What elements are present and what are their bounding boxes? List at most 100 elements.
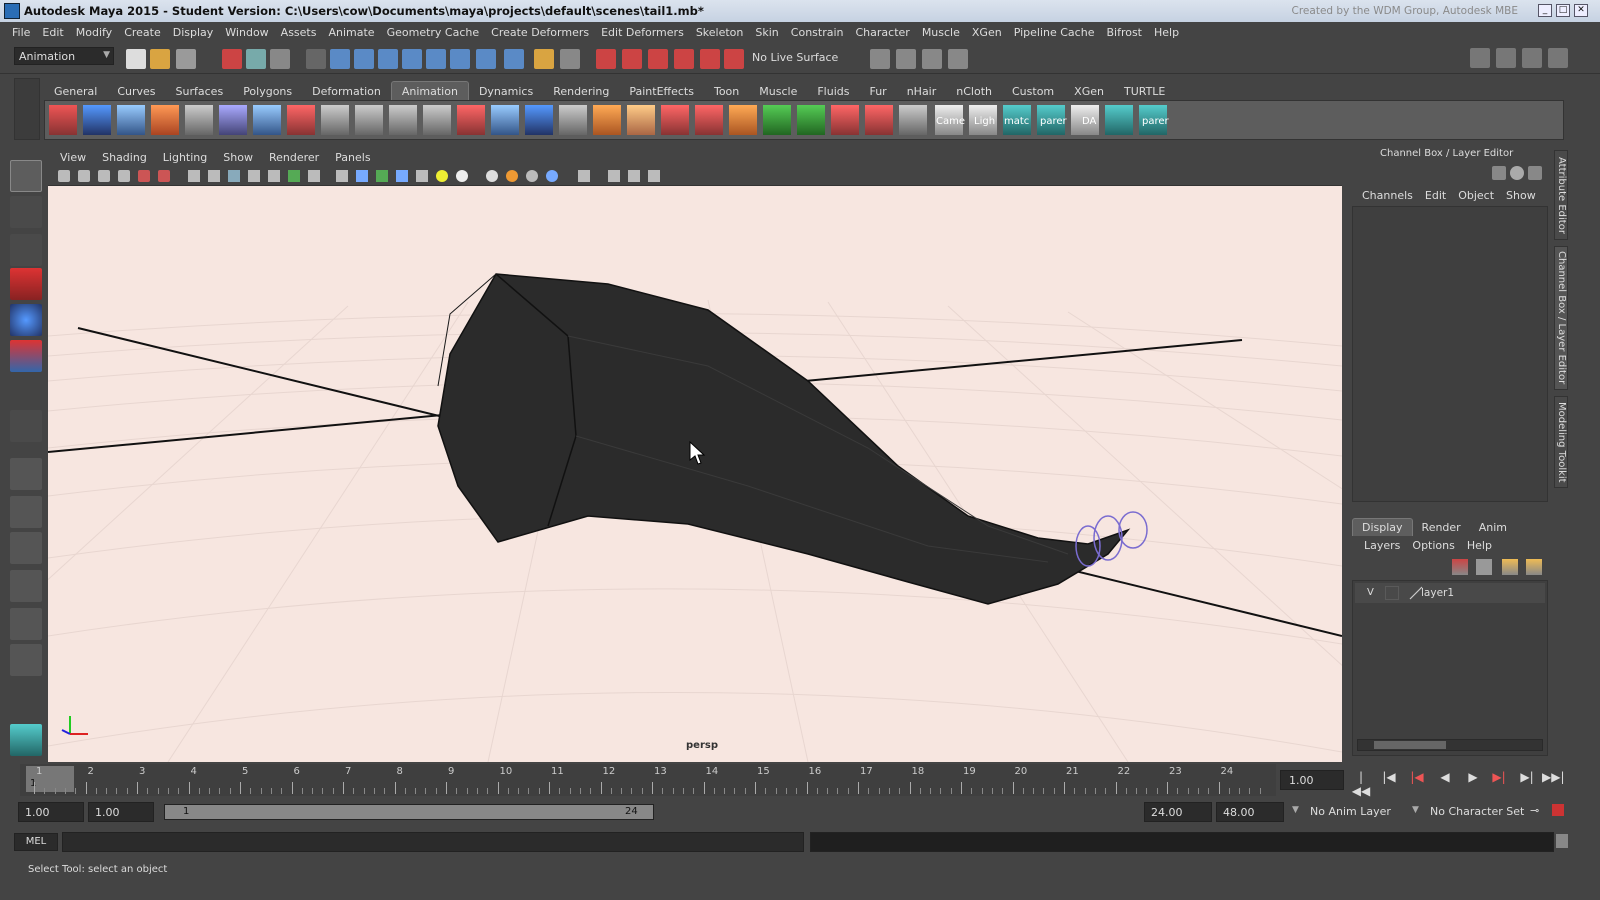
select-tool-icon[interactable]	[10, 160, 42, 192]
attribute-editor-toggle-icon[interactable]	[948, 49, 968, 69]
sidebar-toggle-icon[interactable]	[870, 49, 890, 69]
auto-key-icon[interactable]: ⊸	[1530, 804, 1539, 817]
snap-view-plane-icon[interactable]	[402, 49, 422, 69]
aim-constraint-icon[interactable]	[525, 105, 553, 135]
channel-key-icon[interactable]	[1492, 166, 1506, 180]
tab-attribute-editor[interactable]: Attribute Editor	[1554, 150, 1568, 240]
motion-path-icon[interactable]	[797, 105, 825, 135]
layer-editor-tab-render[interactable]: Render	[1413, 519, 1470, 536]
render-layer-icon[interactable]	[896, 49, 916, 69]
parent-constraint-icon[interactable]	[559, 105, 587, 135]
outliner-layout-icon[interactable]	[10, 532, 42, 564]
scene-view[interactable]	[48, 186, 1342, 762]
orient-constraint-icon[interactable]	[491, 105, 519, 135]
hik-icon[interactable]	[593, 105, 621, 135]
shelf-options[interactable]	[14, 78, 40, 140]
panel-menu-lighting[interactable]: Lighting	[155, 151, 215, 164]
input-output-icon[interactable]	[476, 49, 496, 69]
panel-menu-renderer[interactable]: Renderer	[261, 151, 327, 164]
menu-create-deformers[interactable]: Create Deformers	[485, 26, 595, 39]
ik-spline-icon[interactable]	[287, 105, 315, 135]
shelf-tab-turtle[interactable]: TURTLE	[1114, 82, 1175, 100]
shelf-tab-muscle[interactable]: Muscle	[749, 82, 807, 100]
panel-toolbar-icons[interactable]	[48, 166, 668, 186]
menu-assets[interactable]: Assets	[275, 26, 323, 39]
ipr-render-icon[interactable]	[622, 49, 642, 69]
move-tool-icon[interactable]	[10, 268, 42, 300]
channel-box-menu-edit[interactable]: Edit	[1419, 189, 1452, 202]
layer-editor-tab-display[interactable]: Display	[1352, 518, 1413, 536]
step-forward-key-icon[interactable]: ▶|	[1516, 770, 1538, 790]
channel-box-menu-channels[interactable]: Channels	[1356, 189, 1419, 202]
character-icon[interactable]	[219, 105, 247, 135]
select-component-icon[interactable]	[270, 49, 290, 69]
layout-options-icon[interactable]	[10, 682, 42, 714]
menu-set-dropdown[interactable]: Animation ▼	[14, 47, 114, 65]
channel-box-menu-show[interactable]: Show	[1500, 189, 1542, 202]
layout-icon[interactable]	[1470, 48, 1490, 68]
render-magnet-icon[interactable]	[700, 49, 720, 69]
single-pane-layout-icon[interactable]	[10, 458, 42, 490]
shelf-tab-deformation[interactable]: Deformation	[302, 82, 391, 100]
layer-editor-menu-help[interactable]: Help	[1461, 539, 1498, 552]
playback-start-field[interactable]: 1.00	[88, 802, 154, 822]
locator-icon[interactable]	[763, 105, 791, 135]
scale-tool-icon[interactable]	[10, 340, 42, 372]
shelf-tab-polygons[interactable]: Polygons	[233, 82, 302, 100]
menu-muscle[interactable]: Muscle	[916, 26, 966, 39]
script-editor-icon[interactable]	[1556, 834, 1568, 848]
panel-menu-view[interactable]: View	[52, 151, 94, 164]
snap-curve-icon[interactable]	[354, 49, 374, 69]
shelf-tab-nhair[interactable]: nHair	[897, 82, 947, 100]
panel-menu-shading[interactable]: Shading	[94, 151, 155, 164]
menu-help[interactable]: Help	[1148, 26, 1185, 39]
shelf-script-icon[interactable]	[1105, 105, 1133, 135]
character-set-dropdown[interactable]: No Character Set	[1430, 805, 1524, 818]
live-magnet-icon[interactable]	[724, 49, 744, 69]
scrollbar-thumb[interactable]	[1374, 741, 1446, 749]
modeling-toolkit-toggle-icon[interactable]	[1548, 48, 1568, 68]
lock-selection-icon[interactable]	[306, 49, 326, 69]
graph-editor-icon[interactable]	[831, 105, 859, 135]
play-backward-icon[interactable]: ◀	[1434, 770, 1456, 790]
trax-editor-icon[interactable]	[899, 105, 927, 135]
joint-tool-icon[interactable]	[151, 105, 179, 135]
shelf-tab-rendering[interactable]: Rendering	[543, 82, 619, 100]
menu-window[interactable]: Window	[219, 26, 274, 39]
shelf-tab-general[interactable]: General	[44, 82, 107, 100]
menu-skin[interactable]: Skin	[749, 26, 784, 39]
last-tool-icon[interactable]	[10, 410, 42, 442]
range-slider[interactable]: 1 24	[164, 804, 654, 820]
shelf-tab-fur[interactable]: Fur	[859, 82, 896, 100]
open-scene-icon[interactable]	[150, 49, 170, 69]
history-icon[interactable]	[450, 49, 470, 69]
mel-input[interactable]	[62, 832, 804, 852]
render-view-icon[interactable]	[560, 49, 580, 69]
menu-animate[interactable]: Animate	[322, 26, 380, 39]
shelf-tab-surfaces[interactable]: Surfaces	[166, 82, 234, 100]
current-time-field[interactable]: 1.00	[1280, 770, 1344, 790]
shelf-tab-animation[interactable]: Animation	[390, 81, 469, 100]
channel-pin-icon[interactable]	[1528, 166, 1542, 180]
menu-create[interactable]: Create	[118, 26, 167, 39]
paint-tool-icon[interactable]	[729, 105, 757, 135]
dope-sheet-layout-icon[interactable]	[10, 644, 42, 676]
hypergraph-layout-icon[interactable]	[10, 608, 42, 640]
hypershade-icon[interactable]	[674, 49, 694, 69]
paint-weights-icon[interactable]	[355, 105, 383, 135]
channel-box-toggle-icon[interactable]	[1522, 48, 1542, 68]
start-time-field[interactable]: 1.00	[18, 802, 84, 822]
menu-edit[interactable]: Edit	[36, 26, 69, 39]
animation-preferences-icon[interactable]	[1552, 804, 1564, 816]
menu-skeleton[interactable]: Skeleton	[690, 26, 750, 39]
mel-language-toggle[interactable]: MEL	[14, 833, 58, 851]
set-key-icon[interactable]	[49, 105, 77, 135]
shelf-tab-toon[interactable]: Toon	[704, 82, 749, 100]
new-layer-icon[interactable]	[1476, 559, 1492, 575]
menu-pipeline-cache[interactable]: Pipeline Cache	[1008, 26, 1101, 39]
menu-geometry-cache[interactable]: Geometry Cache	[381, 26, 486, 39]
menu-constrain[interactable]: Constrain	[785, 26, 850, 39]
channel-box-menu-object[interactable]: Object	[1452, 189, 1500, 202]
shelf-tab-xgen[interactable]: XGen	[1064, 82, 1114, 100]
deformer-icon[interactable]	[695, 105, 723, 135]
